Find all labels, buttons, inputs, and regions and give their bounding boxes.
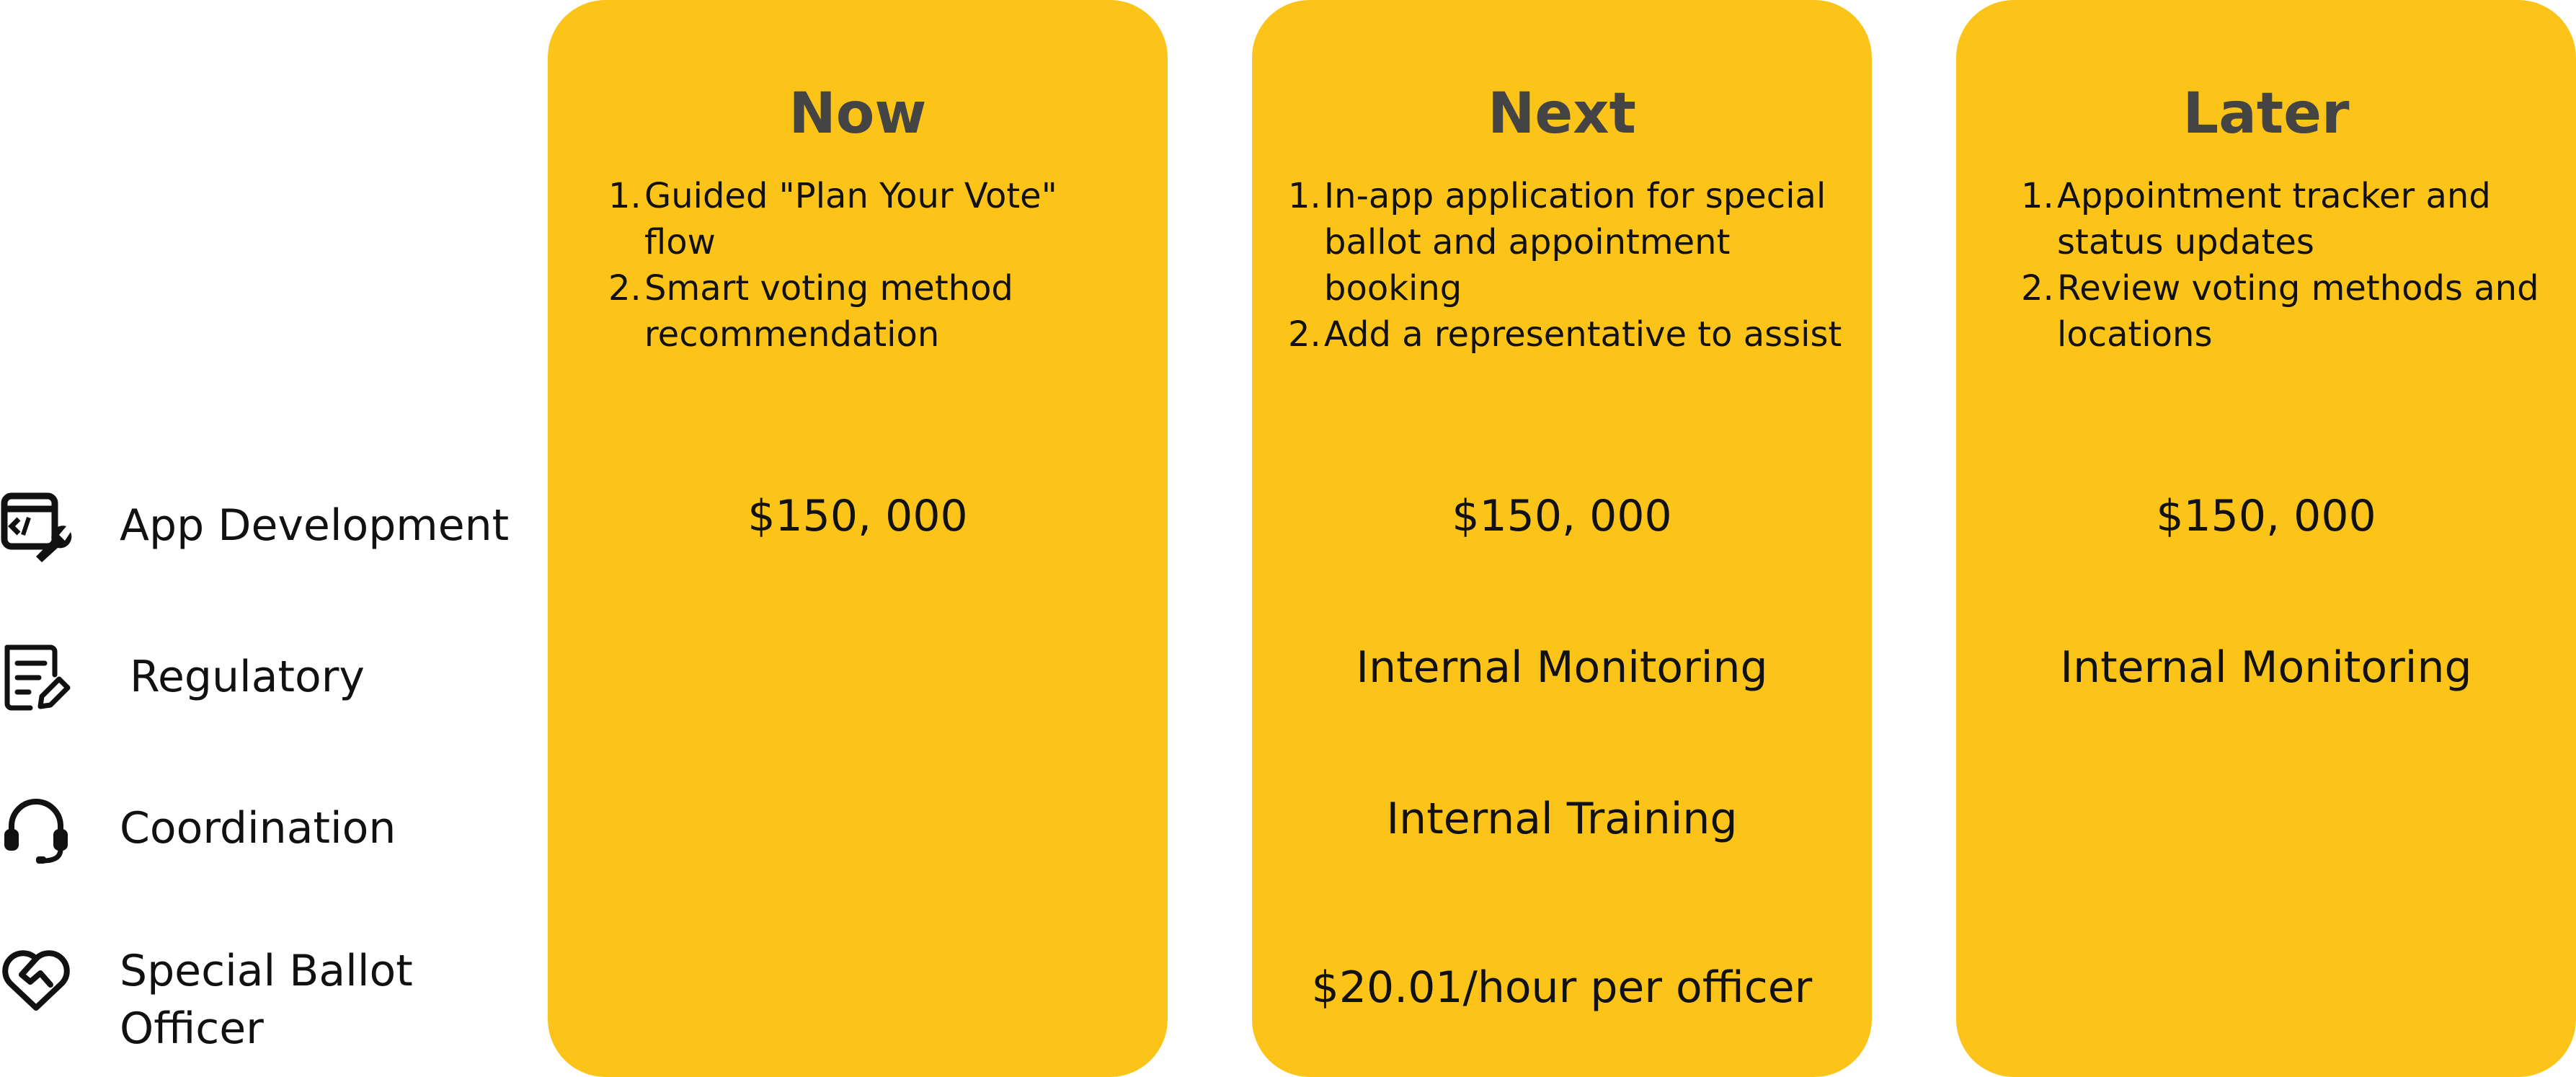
- row-label-special-ballot-line2: Officer: [120, 1003, 264, 1054]
- headset-icon: [0, 793, 72, 865]
- document-edit-icon: [0, 642, 72, 714]
- list-item: In-app application for special ballot an…: [1288, 173, 1826, 309]
- list-item: Guided "Plan Your Vote" flow: [608, 173, 1057, 262]
- card-next: Next In-app application for special ball…: [1252, 0, 1872, 1077]
- cell-next-app-development: $150, 000: [1452, 491, 1672, 541]
- cell-next-special-ballot-officer: $20.01/hour per officer: [1311, 962, 1813, 1013]
- list-item: Review voting methods and locations: [2021, 265, 2539, 355]
- cell-now-app-development: $150, 000: [747, 491, 968, 541]
- card-list-next: In-app application for special ballot an…: [1288, 173, 1857, 358]
- heart-handshake-icon: [0, 943, 72, 1015]
- cell-later-app-development: $150, 000: [2156, 491, 2376, 541]
- card-now: Now Guided "Plan Your Vote" flow Smart v…: [548, 0, 1168, 1077]
- card-title-next: Next: [1488, 81, 1636, 146]
- card-title-later: Later: [2182, 81, 2350, 146]
- cell-next-coordination: Internal Training: [1386, 794, 1738, 844]
- row-label-coordination: Coordination: [120, 803, 396, 854]
- card-list-now: Guided "Plan Your Vote" flow Smart votin…: [608, 173, 1127, 358]
- list-item: Appointment tracker and status updates: [2021, 173, 2491, 262]
- row-label-regulatory: Regulatory: [130, 652, 365, 702]
- app-development-icon: [0, 490, 72, 562]
- card-later: Later Appointment tracker and status upd…: [1956, 0, 2576, 1077]
- list-item: Smart voting method recommendation: [608, 265, 1013, 355]
- list-item: Add a representative to assist: [1288, 311, 1842, 358]
- row-label-app-development: App Development: [120, 500, 510, 551]
- cell-later-regulatory: Internal Monitoring: [2060, 642, 2472, 693]
- card-list-later: Appointment tracker and status updates R…: [2021, 173, 2554, 358]
- row-label-special-ballot-line1: Special Ballot: [120, 946, 413, 996]
- card-title-now: Now: [789, 81, 927, 146]
- cell-next-regulatory: Internal Monitoring: [1356, 642, 1768, 693]
